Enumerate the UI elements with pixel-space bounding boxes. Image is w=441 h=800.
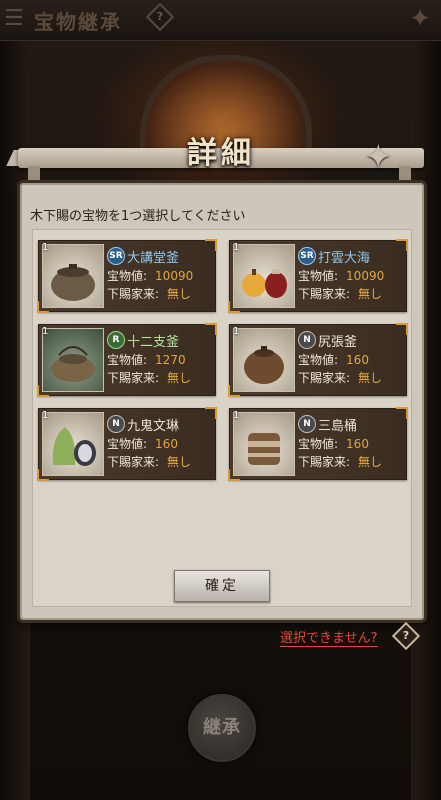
value-row: 宝物値: 160 [298, 437, 369, 451]
help-button[interactable]: ? [145, 2, 175, 32]
rarity-badge: R [107, 331, 125, 349]
treasure-card[interactable]: 1 N 三島桶 宝物値: 160 下賜家来: 無し [228, 407, 408, 481]
treasure-card[interactable]: 1 SR 打雲大海 宝物値: 10090 下賜家来: 無し [228, 239, 408, 313]
inherit-button[interactable]: 継承 [188, 694, 256, 762]
detail-dialog: 木下賜の宝物を1つ選択してください 1 SR 大講堂釜 宝物値: 10090 下賜… [20, 183, 424, 620]
tea-caddy-icon [42, 412, 104, 476]
instruction-text: 木下賜の宝物を1つ選択してください [30, 209, 246, 224]
treasure-card[interactable]: 1 N 尻張釜 宝物値: 160 下賜家来: 無し [228, 323, 408, 397]
value-row: 宝物値: 10090 [107, 269, 194, 283]
screen-title: 宝物継承 [34, 10, 122, 34]
value-row: 宝物値: 160 [298, 353, 369, 367]
quantity: 1 [42, 242, 49, 253]
retainer-row: 下賜家来: 無し [298, 455, 383, 469]
quantity: 1 [42, 326, 49, 337]
retainer-row: 下賜家来: 無し [298, 287, 383, 301]
quantity: 1 [233, 410, 240, 421]
menu-icon[interactable]: ☰ [4, 6, 24, 31]
close-shuriken-icon[interactable]: ✦ [364, 140, 393, 174]
quantity: 1 [233, 242, 240, 253]
item-name: 九鬼文琳 [127, 419, 180, 434]
item-name: 三島桶 [318, 419, 358, 434]
item-name: 十二支釜 [127, 335, 180, 350]
rarity-badge: SR [107, 247, 125, 265]
water-jar-icon [233, 412, 295, 476]
item-name: 尻張釜 [318, 335, 358, 350]
retainer-row: 下賜家来: 無し [107, 287, 192, 301]
shuriken-icon: ✦ [409, 4, 431, 34]
question-icon: ? [156, 10, 164, 23]
rarity-badge: N [107, 415, 125, 433]
item-name: 打雲大海 [318, 251, 371, 266]
retainer-row: 下賜家来: 無し [107, 455, 192, 469]
rarity-badge: SR [298, 247, 316, 265]
quantity: 1 [233, 326, 240, 337]
treasure-card[interactable]: 1 N 九鬼文琳 宝物値: 160 下賜家来: 無し [37, 407, 217, 481]
dialog-title: 詳細 [187, 136, 255, 171]
tea-jars-icon [233, 244, 295, 308]
rarity-badge: N [298, 415, 316, 433]
confirm-button[interactable]: 確定 [174, 570, 270, 602]
value-row: 宝物値: 1270 [107, 353, 186, 367]
question-icon: ? [402, 629, 410, 642]
item-grid: 1 SR 大講堂釜 宝物値: 10090 下賜家来: 無し 1 SR 打雲大海 宝物… [32, 229, 412, 607]
quantity: 1 [42, 410, 49, 421]
top-bar: ☰ 宝物継承 ? ✦ [0, 0, 441, 41]
item-name: 大講堂釜 [127, 251, 180, 266]
kettle-icon [42, 328, 104, 392]
value-row: 宝物値: 160 [107, 437, 178, 451]
cannot-select-link[interactable]: 選択できません? [280, 627, 378, 647]
kettle-icon [233, 328, 295, 392]
treasure-card[interactable]: 1 SR 大講堂釜 宝物値: 10090 下賜家来: 無し [37, 239, 217, 313]
treasure-card[interactable]: 1 R 十二支釜 宝物値: 1270 下賜家来: 無し [37, 323, 217, 397]
rarity-badge: N [298, 331, 316, 349]
value-row: 宝物値: 10090 [298, 269, 385, 283]
retainer-row: 下賜家来: 無し [107, 371, 192, 385]
retainer-row: 下賜家来: 無し [298, 371, 383, 385]
kettle-icon [42, 244, 104, 308]
